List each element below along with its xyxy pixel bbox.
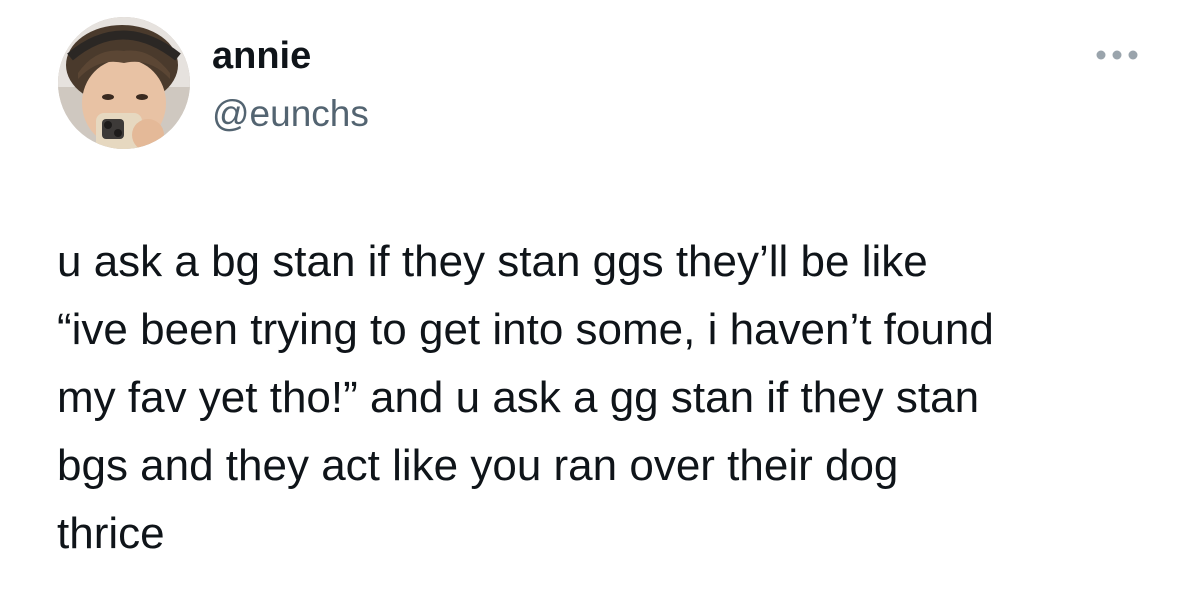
tweet-text-line: my fav yet tho!” and u ask a gg stan if …: [57, 373, 980, 422]
tweet-text-line: bgs and they act like you ran over their…: [57, 441, 899, 490]
more-options-icon: [1096, 50, 1138, 60]
more-options-button[interactable]: [1092, 42, 1142, 68]
author-display-name[interactable]: annie: [212, 34, 311, 78]
author-handle[interactable]: @eunchs: [212, 92, 369, 136]
tweet-card: annie @eunchs u ask a bg stan if they st…: [0, 0, 1198, 599]
avatar[interactable]: [58, 17, 190, 149]
tweet-text-line: “ive been trying to get into some, i hav…: [57, 305, 994, 354]
profile-photo-icon: [58, 17, 190, 149]
tweet-text-line: thrice: [57, 509, 165, 558]
tweet-text-line: u ask a bg stan if they stan ggs they’ll…: [57, 237, 928, 286]
tweet-text: u ask a bg stan if they stan ggs they’ll…: [57, 228, 1177, 568]
